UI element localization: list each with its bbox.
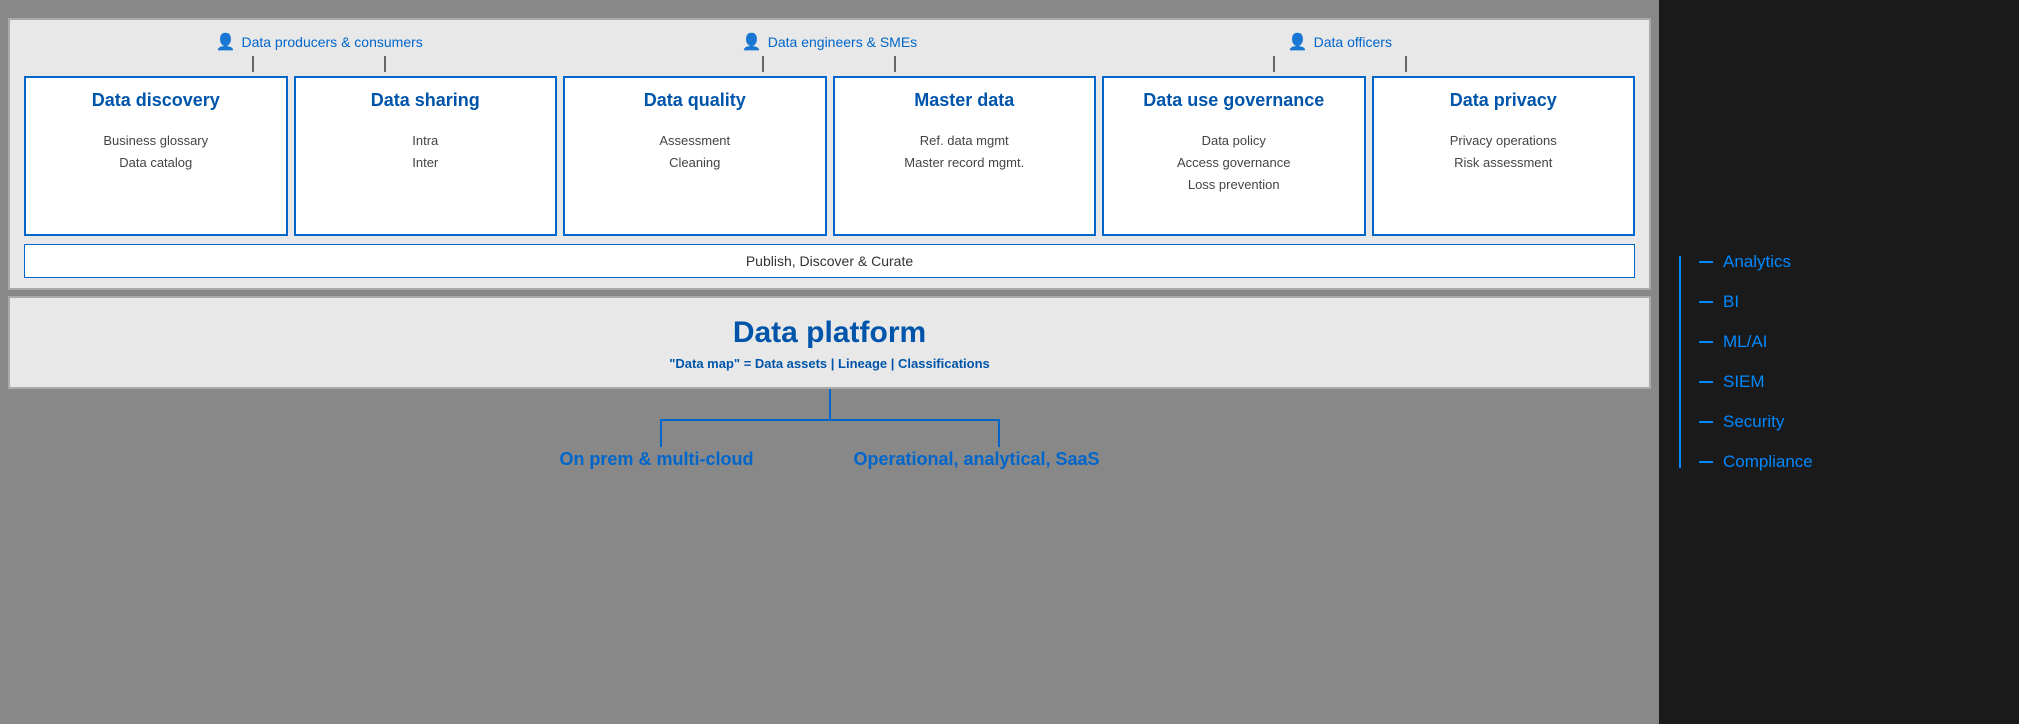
card-item-4-1: Access governance: [1177, 152, 1290, 174]
platform-title: Data platform: [26, 316, 1633, 350]
card-title-quality: Data quality: [644, 90, 746, 112]
sidebar-item-siem: SIEM: [1699, 362, 1989, 402]
sidebar-item-compliance: Compliance: [1699, 442, 1989, 482]
card-item-3-0: Ref. data mgmt: [904, 130, 1024, 152]
persona-producers: 👤 Data producers & consumers: [64, 32, 574, 72]
persona-icon-officers: 👤: [1288, 32, 1308, 52]
card-title-governance: Data use governance: [1143, 90, 1324, 112]
card-title-sharing: Data sharing: [371, 90, 480, 112]
persona-label-producers: Data producers & consumers: [241, 34, 422, 50]
persona-label-officers: Data officers: [1314, 34, 1392, 50]
sidebar-item-security: Security: [1699, 402, 1989, 442]
card-data-sharing: Data sharing Intra Inter: [294, 76, 558, 236]
card-item-1-0: Intra: [412, 130, 438, 152]
sidebar-label-mlai: ML/AI: [1723, 332, 1767, 352]
card-item-5-1: Risk assessment: [1450, 152, 1557, 174]
card-item-3-1: Master record mgmt.: [904, 152, 1024, 174]
persona-label-engineers: Data engineers & SMEs: [768, 34, 917, 50]
card-item-5-0: Privacy operations: [1450, 130, 1557, 152]
sidebar-item-analytics: Analytics: [1699, 242, 1989, 282]
card-title-discovery: Data discovery: [92, 90, 220, 112]
card-item-4-0: Data policy: [1177, 130, 1290, 152]
platform-subtitle: "Data map" = Data assets | Lineage | Cla…: [26, 356, 1633, 371]
persona-engineers: 👤 Data engineers & SMEs: [574, 32, 1084, 72]
card-title-master: Master data: [914, 90, 1014, 112]
card-item-2-0: Assessment: [659, 130, 730, 152]
card-item-0-0: Business glossary: [103, 130, 208, 152]
sidebar-label-compliance: Compliance: [1723, 452, 1813, 472]
sidebar-label-siem: SIEM: [1723, 372, 1765, 392]
sidebar-item-mlai: ML/AI: [1699, 322, 1989, 362]
persona-icon-engineers: 👤: [742, 32, 762, 52]
card-data-privacy: Data privacy Privacy operations Risk ass…: [1372, 76, 1636, 236]
card-item-0-1: Data catalog: [103, 152, 208, 174]
right-sidebar: Analytics BI ML/AI SIEM Security Complia…: [1659, 0, 2019, 724]
sidebar-label-security: Security: [1723, 412, 1784, 432]
card-item-2-1: Cleaning: [659, 152, 730, 174]
card-item-1-1: Inter: [412, 152, 438, 174]
sidebar-item-bi: BI: [1699, 282, 1989, 322]
card-title-privacy: Data privacy: [1450, 90, 1557, 112]
sidebar-label-bi: BI: [1723, 292, 1739, 312]
card-data-use-governance: Data use governance Data policy Access g…: [1102, 76, 1366, 236]
card-data-discovery: Data discovery Business glossary Data ca…: [24, 76, 288, 236]
sidebar-label-analytics: Analytics: [1723, 252, 1791, 272]
persona-officers: 👤 Data officers: [1085, 32, 1595, 72]
persona-icon-producers: 👤: [216, 32, 236, 52]
publish-bar: Publish, Discover & Curate: [24, 244, 1635, 278]
card-master-data: Master data Ref. data mgmt Master record…: [833, 76, 1097, 236]
card-data-quality: Data quality Assessment Cleaning: [563, 76, 827, 236]
card-item-4-2: Loss prevention: [1177, 174, 1290, 196]
bottom-node-onprem: On prem & multi-cloud: [559, 449, 753, 470]
bottom-node-operational: Operational, analytical, SaaS: [853, 449, 1099, 470]
